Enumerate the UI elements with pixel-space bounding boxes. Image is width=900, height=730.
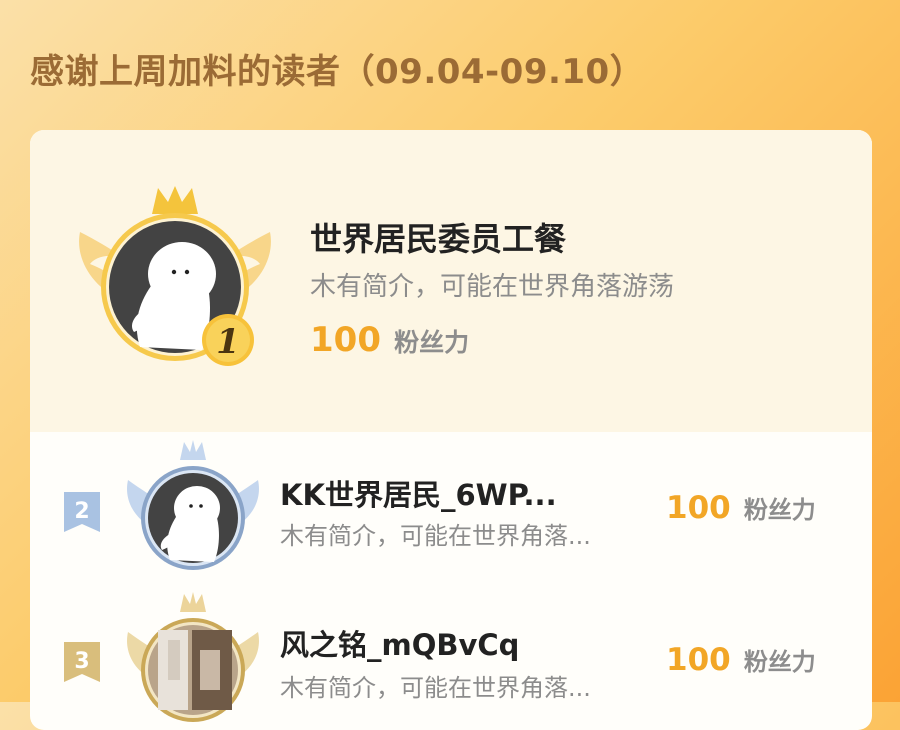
rank3-avatar-frame[interactable] — [118, 590, 268, 730]
page-title: 感谢上周加料的读者（09.04-09.10） — [30, 52, 645, 92]
crown-icon — [180, 440, 206, 460]
reader-name[interactable]: 风之铭_mQBvCq — [280, 622, 519, 664]
fan-power-value: 100 — [310, 320, 381, 360]
ranking-card: 1 世界居民委员工餐 木有简介，可能在世界角落游荡 100 粉丝力 2 KK世界… — [30, 130, 872, 730]
fan-power: 100 粉丝力 — [310, 320, 469, 360]
rank-2-badge-icon: 2 — [64, 492, 100, 532]
rank-3-badge-icon: 3 — [64, 642, 100, 682]
user-photo-icon — [158, 630, 232, 710]
fan-power-unit: 粉丝力 — [743, 496, 816, 524]
crown-icon — [180, 592, 206, 612]
crown-icon — [152, 186, 198, 214]
fan-power: 100 粉丝力 — [666, 642, 816, 678]
fan-power: 100 粉丝力 — [666, 490, 816, 526]
fan-power-value: 100 — [666, 490, 731, 526]
fan-power-value: 100 — [666, 642, 731, 678]
rank1-avatar-frame[interactable]: 1 — [70, 182, 280, 372]
svg-text:3: 3 — [74, 649, 89, 674]
svg-text:1: 1 — [216, 322, 240, 362]
fan-power-unit: 粉丝力 — [743, 648, 816, 676]
rank2-avatar-frame[interactable] — [118, 438, 268, 578]
top-reader-section[interactable]: 1 世界居民委员工餐 木有简介，可能在世界角落游荡 100 粉丝力 — [30, 130, 872, 432]
reader-bio: 木有简介，可能在世界角落... — [280, 522, 591, 550]
reader-name[interactable]: 世界居民委员工餐 — [310, 214, 566, 260]
ranking-row[interactable]: 2 KK世界居民_6WP... 木有简介，可能在世界角落... 100 粉丝力 — [30, 432, 872, 582]
fan-power-unit: 粉丝力 — [394, 328, 470, 357]
reader-bio: 木有简介，可能在世界角落游荡 — [310, 272, 675, 302]
ranking-row[interactable]: 3 风之铭_mQBvCq 木有简介，可能在世界角落... 100 粉丝力 — [30, 586, 872, 730]
svg-text:2: 2 — [74, 499, 89, 524]
reader-name[interactable]: KK世界居民_6WP... — [280, 472, 557, 514]
reader-bio: 木有简介，可能在世界角落... — [280, 674, 591, 702]
